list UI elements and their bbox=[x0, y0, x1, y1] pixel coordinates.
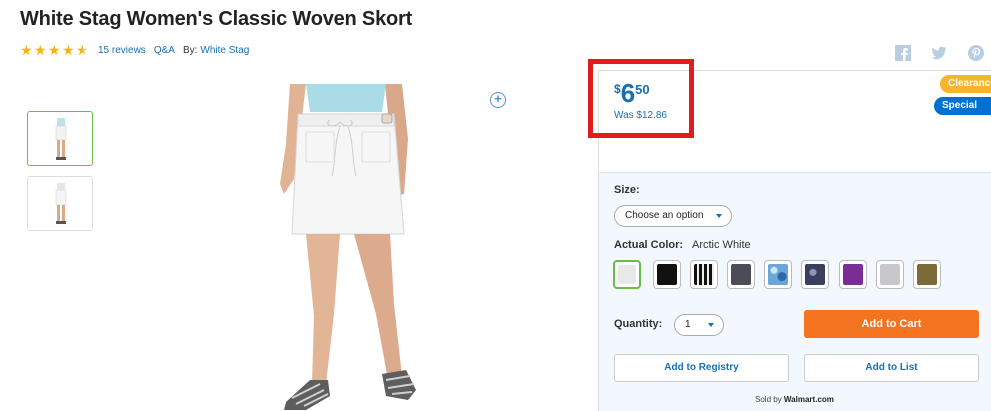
swatch-black[interactable] bbox=[653, 260, 681, 289]
product-title: White Stag Women's Classic Woven Skort bbox=[20, 8, 413, 30]
chevron-down-icon bbox=[708, 323, 714, 327]
add-to-cart-button[interactable]: Add to Cart bbox=[804, 310, 979, 338]
swatch-stripe[interactable] bbox=[690, 260, 718, 289]
rating-stars[interactable]: ★ ★ ★ ★ ★ bbox=[20, 43, 90, 57]
seller-name: Walmart.com bbox=[783, 395, 834, 404]
swatch-olive[interactable] bbox=[913, 260, 941, 289]
zoom-icon[interactable]: + bbox=[490, 92, 506, 108]
swatch-light-gray[interactable] bbox=[876, 260, 904, 289]
price-highlight-box bbox=[588, 59, 694, 138]
swatch-arctic-white[interactable] bbox=[613, 260, 641, 289]
swatch-fill bbox=[880, 264, 900, 285]
thumbnail-back[interactable] bbox=[27, 176, 93, 231]
swatch-fill bbox=[731, 264, 751, 285]
special-buy-badge: Special Buy bbox=[934, 97, 991, 129]
size-select-value: Choose an option bbox=[625, 210, 704, 221]
swatch-fill bbox=[805, 264, 825, 285]
sold-by-prefix: Sold by bbox=[755, 395, 782, 404]
by-label: By: bbox=[182, 44, 198, 56]
swatch-fill bbox=[618, 265, 636, 284]
swatch-blue-print[interactable] bbox=[764, 260, 792, 289]
swatch-fill bbox=[694, 264, 714, 285]
product-meta: ★ ★ ★ ★ ★ 15 reviews Q&A By: White Stag bbox=[20, 42, 257, 58]
add-to-registry-button[interactable]: Add to Registry bbox=[614, 354, 789, 382]
reviews-link[interactable]: 15 reviews bbox=[98, 45, 146, 56]
swatch-fill bbox=[843, 264, 863, 285]
size-select[interactable]: Choose an option bbox=[614, 205, 732, 227]
quantity-label: Quantity: bbox=[614, 318, 663, 330]
star-icon: ★ bbox=[48, 42, 61, 58]
product-thumbnail-image bbox=[55, 183, 67, 224]
swatch-purple[interactable] bbox=[839, 260, 867, 289]
pinterest-icon[interactable] bbox=[968, 45, 984, 61]
swatch-fill bbox=[917, 264, 937, 285]
swatch-fill bbox=[768, 264, 788, 285]
add-to-list-button[interactable]: Add to List bbox=[804, 354, 979, 382]
thumbnail-front[interactable] bbox=[27, 111, 93, 166]
qa-link[interactable]: Q&A bbox=[154, 45, 175, 56]
star-icon: ★ bbox=[62, 42, 75, 58]
swatch-navy-print[interactable] bbox=[801, 260, 829, 289]
color-label: Actual Color: bbox=[614, 239, 684, 251]
brand-link[interactable]: White Stag bbox=[200, 45, 249, 56]
color-value: Arctic White bbox=[692, 239, 751, 251]
swatch-charcoal[interactable] bbox=[727, 260, 755, 289]
facebook-icon[interactable] bbox=[895, 45, 911, 61]
star-icon: ★ bbox=[34, 42, 47, 58]
main-product-image[interactable] bbox=[270, 84, 440, 411]
quantity-value: 1 bbox=[685, 319, 691, 330]
product-thumbnail-image bbox=[55, 118, 67, 160]
chevron-down-icon bbox=[716, 214, 722, 218]
quantity-select[interactable]: 1 bbox=[674, 314, 724, 336]
sold-by: Sold by Walmart.com bbox=[755, 395, 834, 404]
swatch-fill bbox=[657, 264, 677, 285]
star-icon: ★ bbox=[20, 42, 33, 58]
size-label: Size: bbox=[614, 184, 640, 196]
twitter-icon[interactable] bbox=[931, 45, 947, 61]
clearance-badge: Clearance bbox=[940, 75, 991, 93]
star-half-icon: ★ bbox=[76, 42, 89, 58]
